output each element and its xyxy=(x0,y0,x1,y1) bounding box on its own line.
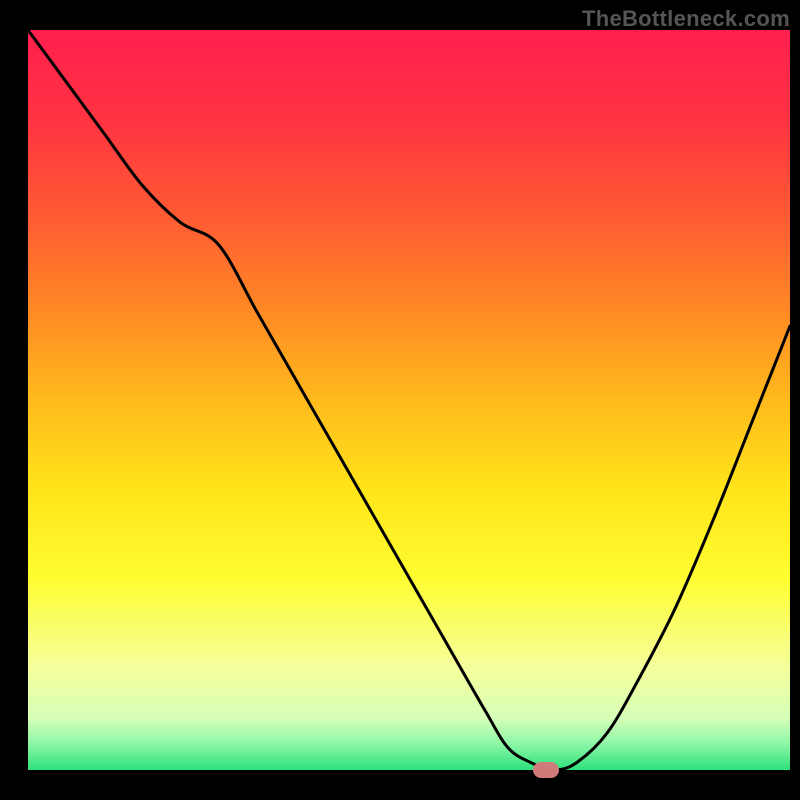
optimal-marker xyxy=(533,762,559,778)
watermark-text: TheBottleneck.com xyxy=(582,6,790,32)
plot-background xyxy=(28,30,790,770)
bottleneck-chart xyxy=(0,0,800,800)
chart-stage: TheBottleneck.com xyxy=(0,0,800,800)
